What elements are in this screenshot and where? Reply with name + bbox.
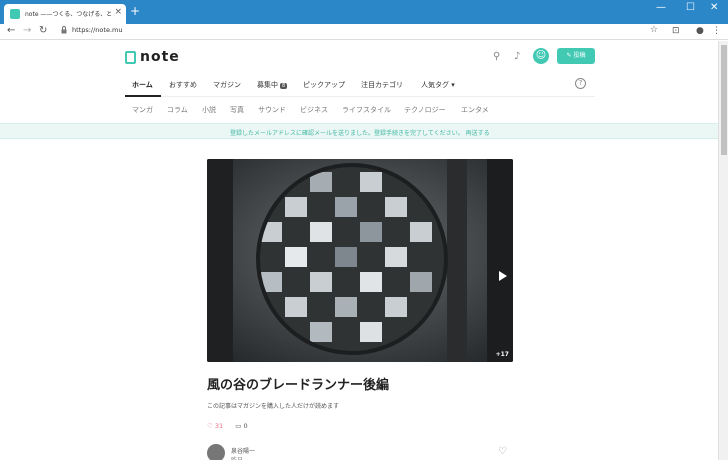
subtab-technology[interactable]: テクノロジー [404,105,446,115]
tab-home[interactable]: ホーム [132,80,153,90]
email-notice-bar: 登録したメールアドレスに確認メールを送りました。登録手続きを完了してください。 … [0,123,718,139]
article-title[interactable]: 風の谷のブレードランナー後編 [207,374,389,393]
author-avatar[interactable] [207,444,225,460]
tab-recruiting-label: 募集中 [257,81,278,89]
forward-icon[interactable]: → [23,25,31,36]
notice-text: 登録したメールアドレスに確認メールを送りました。登録手続きを完了してください。 … [230,128,490,137]
recruiting-count-badge: 8 [280,83,288,89]
minimize-icon[interactable]: — [656,2,666,13]
resend-link[interactable]: 再送する [466,130,490,137]
maximize-icon[interactable]: ☐ [686,2,695,13]
subtab-novel[interactable]: 小説 [202,105,216,115]
favorite-heart-icon[interactable]: ♡ [498,446,507,457]
notice-message: 登録したメールアドレスに確認メールを送りました。登録手続きを完了してください。 [230,130,464,137]
post-date: 昨日 [231,455,243,460]
translate-icon[interactable]: ⊡ [672,26,680,36]
close-window-icon[interactable]: ✕ [710,2,718,13]
browser-titlebar: note ——つくる、つなげる、とどける。 × + — ☐ ✕ [0,0,728,24]
lock-icon [61,26,67,34]
tab-magazine[interactable]: マガジン [213,80,241,90]
reload-icon[interactable]: ↻ [39,25,47,36]
note-logo[interactable]: note [125,49,180,65]
tab-title: note ——つくる、つなげる、とどける。 [25,11,111,18]
url-text: https://note.mu [72,26,123,34]
cover-photo [207,159,513,362]
tab-featured-category[interactable]: 注目カテゴリ [361,80,403,90]
article-cover-image[interactable]: +17 [207,159,513,362]
note-favicon-icon [10,9,20,19]
tab-popular-tags[interactable]: 人気タグ ▾ [421,80,455,90]
logo-text: note [140,49,180,65]
browser-toolbar: ← → ↻ https://note.mu ☆ ⊡ ● ⋮ [0,24,728,40]
subtab-manga[interactable]: マンガ [132,105,153,115]
browser-tab[interactable]: note ——つくる、つなげる、とどける。 × [4,4,126,24]
back-icon[interactable]: ← [7,25,15,36]
scrollbar-thumb[interactable] [721,45,727,155]
author-name[interactable]: 泉谷陽一 [231,446,255,455]
help-icon[interactable]: ? [575,78,586,89]
tab-recommended[interactable]: おすすめ [169,80,197,90]
like-icon[interactable]: ♡ [207,422,213,430]
new-tab-icon[interactable]: + [130,5,140,17]
subtab-entertainment[interactable]: エンタメ [461,105,489,115]
subtab-lifestyle[interactable]: ライフスタイル [342,105,391,115]
article-description: この記事はマガジンを購入した人だけが読めます [207,403,340,410]
post-button[interactable]: ✎ 投稿 [557,48,595,64]
comment-count: 0 [243,422,248,430]
note-logo-icon [125,50,136,64]
page-scrollbar[interactable] [718,41,728,460]
subtab-column[interactable]: コラム [167,105,188,115]
comment-icon[interactable]: ▭ [235,422,241,430]
bookmark-star-icon[interactable]: ☆ [650,25,658,35]
like-count: 31 [214,422,224,430]
subtab-business[interactable]: ビジネス [300,105,328,115]
close-tab-icon[interactable]: × [114,7,122,17]
tab-pickup[interactable]: ピックアップ [303,80,345,90]
subtab-photo[interactable]: 写真 [230,105,244,115]
page-content: note ⚲ ♪ ☺ ✎ 投稿 ホーム おすすめ マガジン 募集中 8 ピックアッ… [0,41,718,460]
tab-recruiting[interactable]: 募集中 8 [257,80,288,90]
subtab-sound[interactable]: サウンド [258,105,286,115]
menu-kebab-icon[interactable]: ⋮ [712,26,721,36]
article-stats: ♡ 31 ▭ 0 [207,422,248,430]
bell-icon[interactable]: ♪ [514,51,520,62]
search-icon[interactable]: ⚲ [493,51,500,62]
active-tab-indicator [125,95,161,97]
user-avatar[interactable]: ☺ [533,48,549,64]
address-bar[interactable]: https://note.mu ☆ [58,25,666,38]
main-tabs: ホーム おすすめ マガジン 募集中 8 ピックアップ 注目カテゴリ 人気タグ ▾ [125,77,595,97]
profile-icon[interactable]: ● [696,26,704,36]
image-count-badge: +17 [495,351,509,358]
